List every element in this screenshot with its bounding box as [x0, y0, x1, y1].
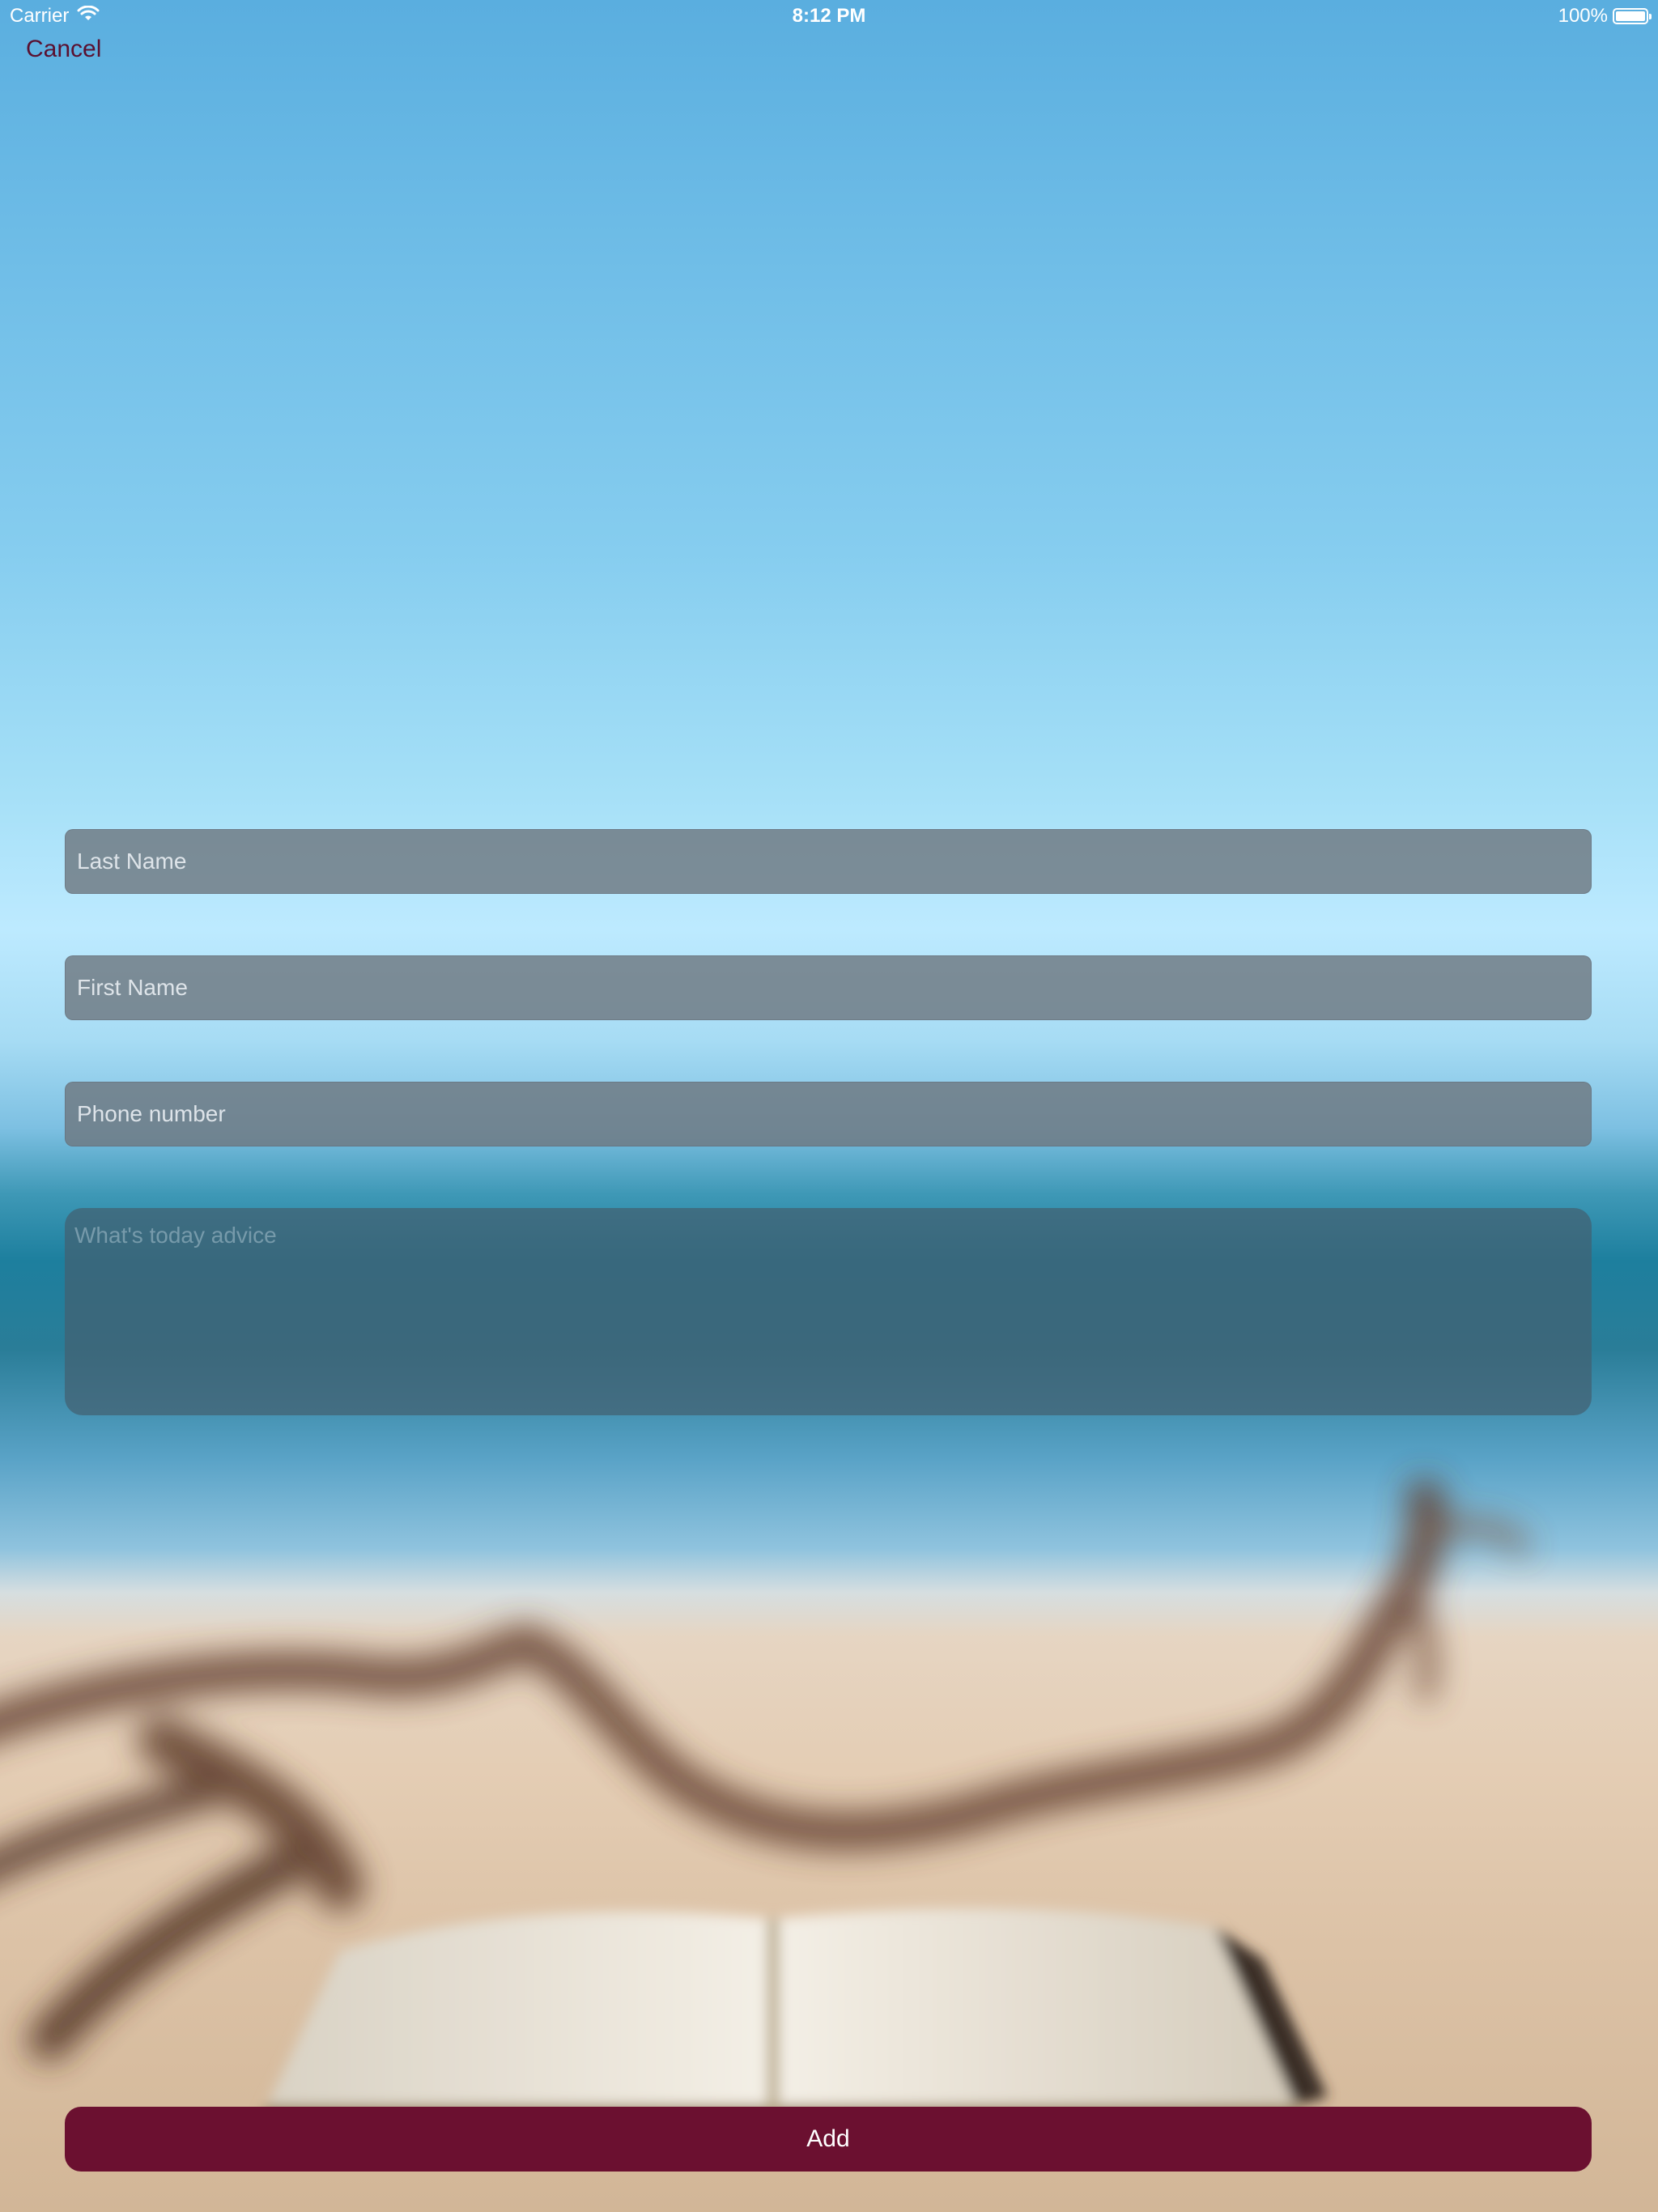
status-bar: Carrier 8:12 PM 100%: [0, 0, 1658, 32]
clock: 8:12 PM: [792, 5, 866, 27]
phone-number-field[interactable]: Phone number: [65, 1082, 1592, 1146]
first-name-placeholder: First Name: [77, 975, 188, 1000]
first-name-field[interactable]: First Name: [65, 955, 1592, 1020]
add-button[interactable]: Add: [65, 2107, 1592, 2172]
battery-indicator: 100%: [1558, 5, 1652, 28]
last-name-field[interactable]: Last Name: [65, 829, 1592, 894]
battery-icon: [1613, 8, 1652, 24]
phone-number-placeholder: Phone number: [77, 1101, 226, 1126]
advice-placeholder: What's today advice: [74, 1223, 277, 1248]
last-name-placeholder: Last Name: [77, 849, 187, 874]
advice-textarea[interactable]: What's today advice: [65, 1208, 1592, 1415]
battery-percentage: 100%: [1558, 5, 1608, 27]
cancel-button[interactable]: Cancel: [26, 36, 101, 63]
